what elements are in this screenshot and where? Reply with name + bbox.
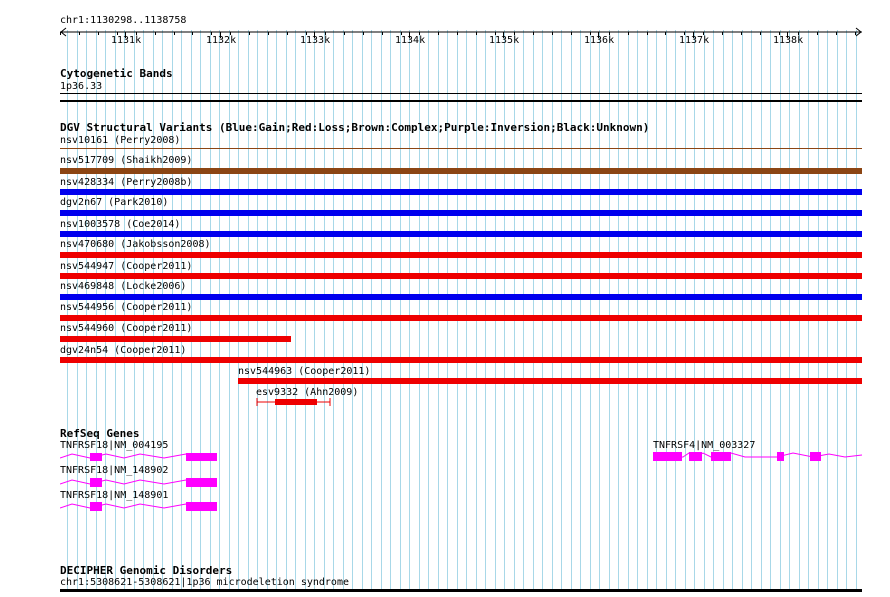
- ruler-tick-label: 1133k: [300, 35, 331, 46]
- dgv-item-label[interactable]: nsv544947 (Cooper2011): [60, 261, 192, 273]
- dgv-bar[interactable]: [60, 273, 862, 279]
- gene-model-nm-148901[interactable]: [60, 500, 230, 514]
- ruler-tick-label: 1137k: [679, 35, 710, 46]
- ruler-tick-label: 1138k: [773, 35, 804, 46]
- dgv-item-label[interactable]: nsv469848 (Locke2006): [60, 281, 186, 293]
- gene-model-nm-003327[interactable]: [653, 450, 863, 464]
- ruler-tick-label: 1135k: [489, 35, 520, 46]
- dgv-bar[interactable]: [60, 231, 862, 237]
- dgv-item-label[interactable]: nsv517709 (Shaikh2009): [60, 155, 192, 167]
- dgv-bar[interactable]: [60, 189, 862, 195]
- dgv-title: DGV Structural Variants (Blue:Gain;Red:L…: [60, 121, 650, 134]
- dgv-bar[interactable]: [238, 378, 862, 384]
- dgv-bar[interactable]: [60, 336, 291, 342]
- ruler-tick-label: 1136k: [584, 35, 615, 46]
- gene-model-nm-004195[interactable]: [60, 450, 230, 464]
- section-divider: [60, 100, 862, 102]
- dgv-item-label[interactable]: dgv24n54 (Cooper2011): [60, 345, 186, 357]
- cytoband-line: [60, 93, 862, 94]
- dgv-bar[interactable]: [60, 315, 862, 321]
- ruler-tick-label: 1131k: [111, 35, 142, 46]
- dgv-item-label[interactable]: nsv428334 (Perry2008b): [60, 177, 192, 189]
- cytoband-label: 1p36.33: [60, 81, 103, 92]
- dgv-item-label[interactable]: nsv544960 (Cooper2011): [60, 323, 192, 335]
- dgv-bar[interactable]: [60, 252, 862, 258]
- decipher-title: DECIPHER Genomic Disorders: [60, 564, 233, 577]
- refseq-title: RefSeq Genes: [60, 427, 140, 440]
- dgv-item-label[interactable]: nsv10161 (Perry2008): [60, 135, 180, 147]
- decipher-item-label[interactable]: chr1:5308621-5308621|1p36 microdeletion …: [60, 577, 349, 589]
- ruler-tick-label: 1132k: [206, 35, 237, 46]
- dgv-item-label[interactable]: nsv470680 (Jakobsson2008): [60, 239, 211, 251]
- dgv-bar[interactable]: [60, 210, 862, 216]
- gene-model-nm-148902[interactable]: [60, 476, 230, 490]
- decipher-bar[interactable]: [60, 589, 862, 592]
- dgv-bar[interactable]: [60, 294, 862, 300]
- dgv-bar-esv9332[interactable]: [250, 396, 340, 408]
- dgv-item-label[interactable]: nsv544956 (Cooper2011): [60, 302, 192, 314]
- dgv-bar[interactable]: [60, 168, 862, 174]
- dgv-bar[interactable]: [60, 148, 862, 149]
- dgv-item-label[interactable]: nsv544963 (Cooper2011): [238, 366, 370, 378]
- dgv-item-label[interactable]: dgv2n67 (Park2010): [60, 197, 168, 209]
- cytoband-title: Cytogenetic Bands: [60, 67, 173, 80]
- ruler-tick-label: 1134k: [395, 35, 426, 46]
- dgv-item-label[interactable]: nsv1003578 (Coe2014): [60, 219, 180, 231]
- dgv-bar[interactable]: [60, 357, 862, 363]
